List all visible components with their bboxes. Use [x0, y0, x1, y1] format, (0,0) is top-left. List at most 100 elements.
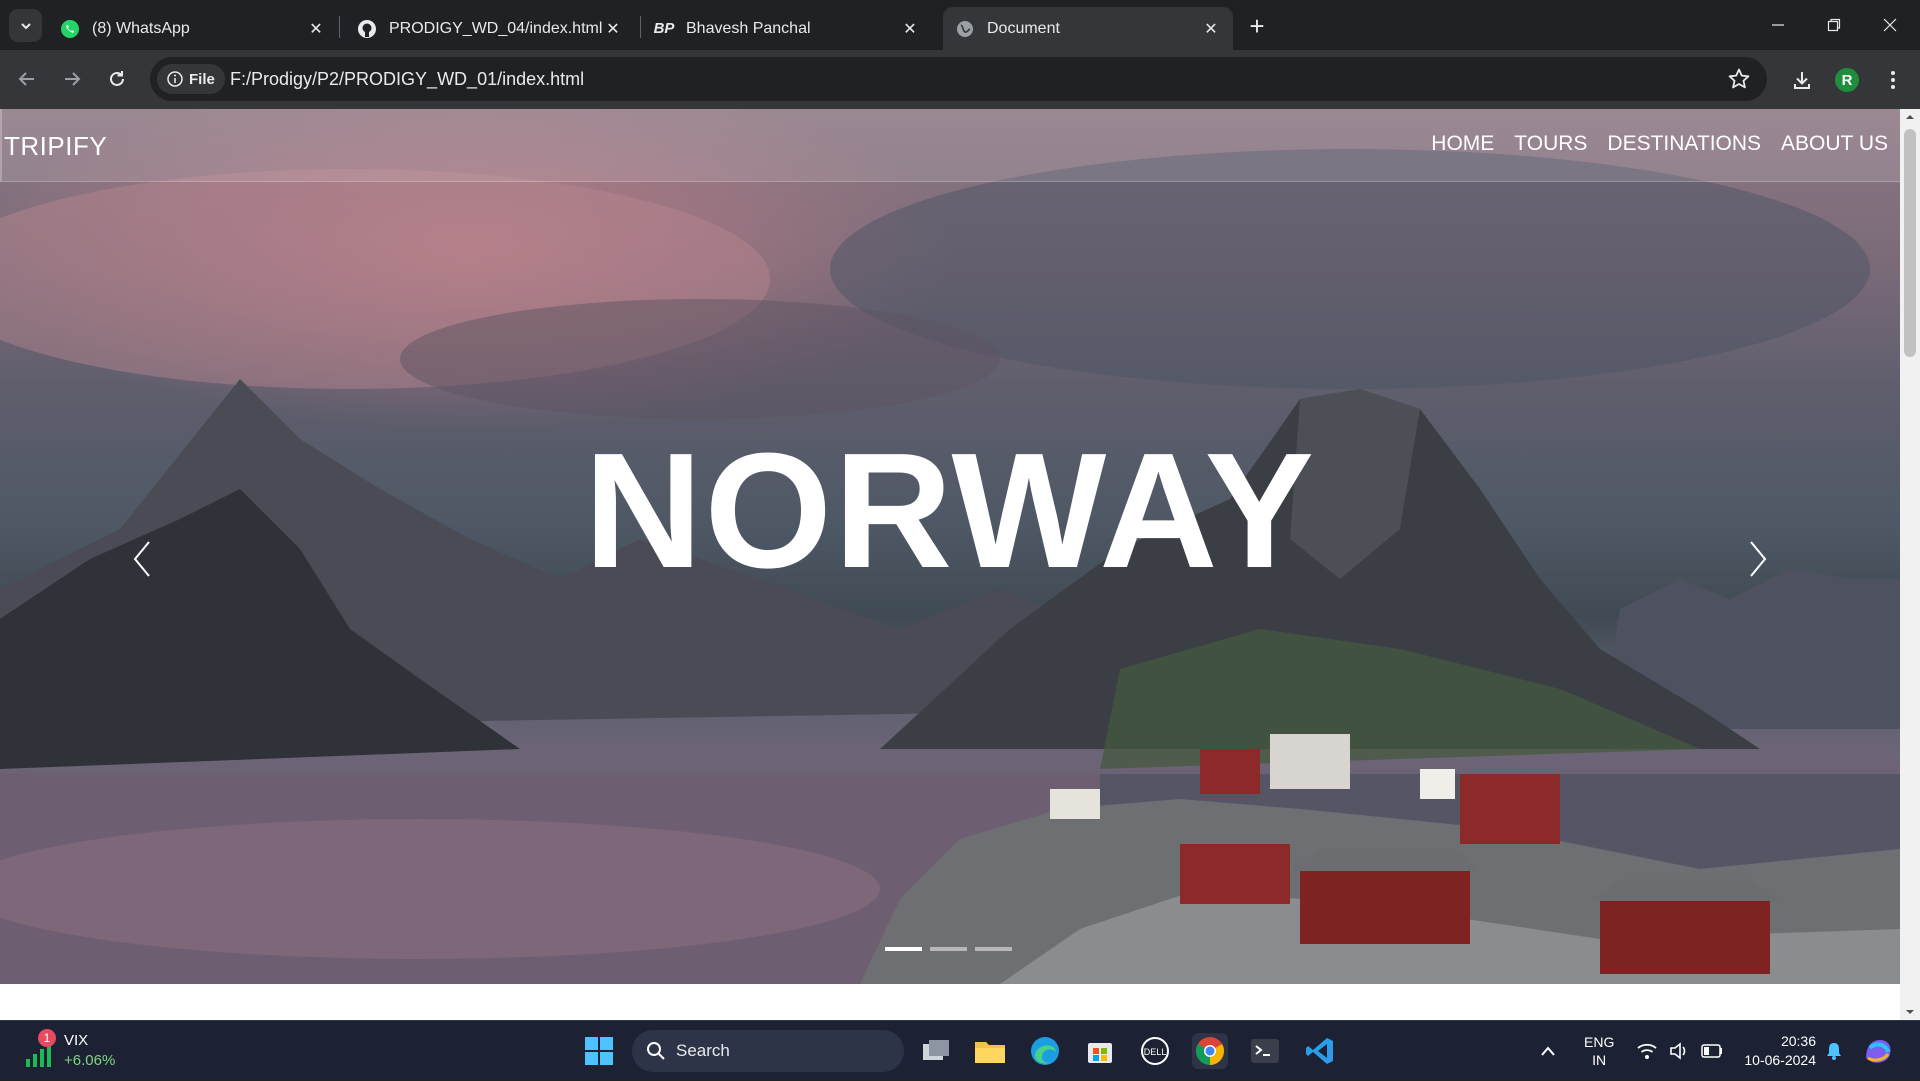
window-close-button[interactable]: [1862, 0, 1918, 50]
vscode-button[interactable]: [1302, 1033, 1338, 1069]
tab-separator: [339, 16, 340, 38]
nav-link-home[interactable]: HOME: [1431, 132, 1494, 156]
chrome-icon: [1196, 1037, 1224, 1065]
stock-symbol: VIX: [64, 1032, 89, 1049]
kebab-menu-icon: [1891, 71, 1895, 89]
carousel-indicator[interactable]: [930, 947, 967, 951]
minimize-button[interactable]: [1750, 0, 1806, 50]
site-navbar: TRIPIFY HOME TOURS DESTINATIONS ABOUT US: [0, 109, 1900, 182]
globe-icon: [955, 19, 975, 39]
close-icon[interactable]: ✕: [306, 19, 326, 39]
arrow-left-icon: [18, 72, 34, 86]
chrome-button[interactable]: [1192, 1033, 1228, 1069]
page-scrollbar[interactable]: [1900, 109, 1920, 1020]
browser-toolbar: File F:/Prodigy/P2/PRODIGY_WD_01/index.h…: [0, 50, 1920, 109]
svg-text:DELL: DELL: [1144, 1047, 1167, 1057]
copilot-icon: [1866, 1040, 1891, 1063]
folder-icon: [975, 1042, 1005, 1063]
notifications-button[interactable]: [1825, 1021, 1843, 1081]
chevron-up-icon: [1541, 1046, 1555, 1056]
menu-button[interactable]: [1878, 65, 1908, 95]
url-text[interactable]: F:/Prodigy/P2/PRODIGY_WD_01/index.html: [230, 57, 584, 101]
whatsapp-icon: [60, 19, 80, 39]
reload-icon: [110, 71, 124, 86]
restore-icon: [1827, 18, 1841, 32]
battery-icon: [1701, 1044, 1722, 1058]
copilot-button[interactable]: [1862, 1021, 1894, 1081]
forward-button[interactable]: [57, 64, 87, 94]
downloads-button[interactable]: [1787, 65, 1817, 95]
site-info-chip[interactable]: File: [157, 64, 225, 94]
back-button[interactable]: [12, 64, 42, 94]
store-button[interactable]: [1082, 1033, 1118, 1069]
language-code: ENG: [1584, 1034, 1615, 1050]
vscode-icon: [1306, 1038, 1333, 1064]
volume-icon: [1670, 1042, 1686, 1060]
region-code: IN: [1592, 1052, 1607, 1068]
tab-title: PRODIGY_WD_04/index.html at: [389, 19, 603, 37]
info-icon: [167, 71, 183, 87]
carousel-next-button[interactable]: [1738, 529, 1778, 589]
terminal-button[interactable]: [1247, 1033, 1283, 1069]
carousel-indicator[interactable]: [975, 947, 1012, 951]
address-bar[interactable]: File F:/Prodigy/P2/PRODIGY_WD_01/index.h…: [150, 57, 1767, 101]
file-explorer-button[interactable]: [972, 1033, 1008, 1069]
scroll-up-icon[interactable]: [1900, 109, 1920, 125]
scrollbar-thumb[interactable]: [1904, 129, 1916, 357]
star-icon: [1728, 68, 1750, 89]
stock-widget[interactable]: 1 VIX +6.06%: [24, 1029, 134, 1073]
profile-button[interactable]: R: [1832, 65, 1862, 95]
taskbar-search[interactable]: Search: [632, 1030, 904, 1072]
tab-document[interactable]: Document ✕: [943, 7, 1233, 50]
restore-button[interactable]: [1806, 0, 1862, 50]
scroll-down-icon[interactable]: [1900, 1004, 1920, 1020]
close-icon[interactable]: ✕: [1201, 19, 1221, 39]
new-tab-button[interactable]: +: [1243, 11, 1271, 41]
chevron-down-icon: [20, 22, 31, 29]
page-viewport: TRIPIFY HOME TOURS DESTINATIONS ABOUT US…: [0, 109, 1920, 1020]
minimize-icon: [1772, 24, 1784, 26]
site-brand[interactable]: TRIPIFY: [4, 131, 107, 162]
tab-strip: (8) WhatsApp ✕ PRODIGY_WD_04/index.html …: [0, 0, 1920, 50]
chevron-left-icon: [133, 541, 150, 577]
windows-taskbar: 1 VIX +6.06% Search DELL ENG IN 20:36 10…: [0, 1020, 1920, 1080]
terminal-icon: [1251, 1039, 1279, 1063]
tab-search-button[interactable]: [9, 9, 42, 42]
close-icon[interactable]: ✕: [603, 19, 623, 39]
tab-github[interactable]: PRODIGY_WD_04/index.html at ✕: [345, 7, 635, 50]
tab-bhavesh[interactable]: BP Bhavesh Panchal ✕: [642, 7, 932, 50]
tab-title: Document: [987, 19, 1060, 37]
edge-button[interactable]: [1027, 1033, 1063, 1069]
tab-title: Bhavesh Panchal: [686, 19, 811, 37]
bp-logo-icon: BP: [653, 20, 675, 37]
tab-separator: [640, 16, 641, 38]
chip-label: File: [189, 70, 215, 88]
start-button[interactable]: [581, 1033, 617, 1069]
store-icon: [1088, 1043, 1112, 1063]
search-icon: [647, 1042, 665, 1060]
close-icon[interactable]: ✕: [900, 19, 920, 39]
stock-change: +6.06%: [64, 1052, 116, 1069]
nav-link-about[interactable]: ABOUT US: [1781, 132, 1888, 156]
clock-date: 10-06-2024: [1744, 1052, 1816, 1068]
task-view-icon: [923, 1040, 949, 1060]
task-view-button[interactable]: [918, 1033, 954, 1069]
tray-overflow-button[interactable]: [1540, 1021, 1556, 1081]
carousel-indicator[interactable]: [885, 947, 922, 951]
close-icon: [1883, 18, 1897, 32]
avatar: R: [1835, 68, 1859, 92]
reload-button[interactable]: [102, 64, 132, 94]
carousel-prev-button[interactable]: [122, 529, 162, 589]
nav-link-destinations[interactable]: DESTINATIONS: [1607, 132, 1761, 156]
clock-time: 20:36: [1780, 1033, 1816, 1049]
hero-carousel: TRIPIFY HOME TOURS DESTINATIONS ABOUT US…: [0, 109, 1900, 984]
dell-button[interactable]: DELL: [1137, 1033, 1173, 1069]
language-indicator[interactable]: ENG IN: [1584, 1021, 1614, 1081]
quick-settings[interactable]: [1637, 1021, 1723, 1081]
arrow-right-icon: [65, 72, 81, 86]
bookmark-button[interactable]: [1727, 67, 1751, 96]
tab-whatsapp[interactable]: (8) WhatsApp ✕: [48, 7, 338, 50]
nav-link-tours[interactable]: TOURS: [1514, 132, 1587, 156]
clock[interactable]: 20:36 10-06-2024: [1738, 1021, 1816, 1081]
windows-icon: [585, 1037, 613, 1065]
